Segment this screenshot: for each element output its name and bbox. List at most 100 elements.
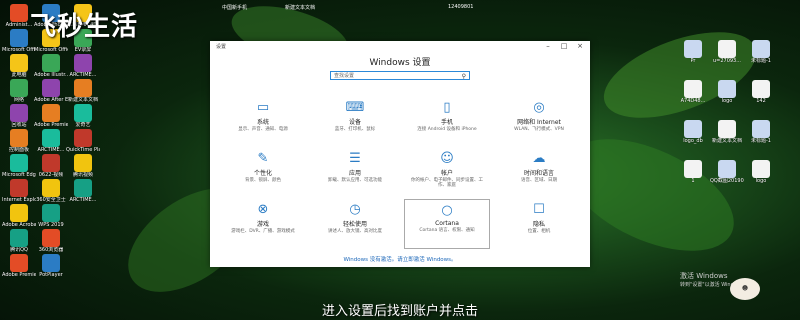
desktop-icon[interactable]: 网络 <box>2 79 36 103</box>
desktop-icon-label: 0622-视频 <box>38 172 64 178</box>
desktop-icon-label: u=27093... <box>712 58 742 64</box>
desktop-icon[interactable]: logo <box>744 160 778 184</box>
settings-tile[interactable]: ⊗ 游戏 游戏栏、DVR、广播、游戏模式 <box>220 199 306 249</box>
file-icon <box>752 160 770 178</box>
desktop-icon[interactable]: Adobe Premiere Pro <box>34 104 68 128</box>
close-button[interactable]: × <box>572 41 588 51</box>
desktop-icon-label: 新建文本文档 <box>67 97 98 103</box>
app-icon <box>42 254 60 272</box>
desktop-top-item[interactable]: 中国新手机 <box>222 4 247 11</box>
background-leaf <box>592 14 768 136</box>
desktop-icon[interactable]: 未标题-1 <box>744 40 778 64</box>
desktop-icon[interactable]: PotPlayer <box>34 254 68 278</box>
tile-name: 时间和语言 <box>523 170 554 177</box>
desktop-icon-label: 控制面板 <box>8 147 29 153</box>
desktop-icon-label: Adobe Premie... <box>2 272 36 278</box>
search-icon: ⚲ <box>461 73 466 80</box>
desktop-icon[interactable]: 1 <box>676 160 710 184</box>
desktop-icon[interactable]: 未标题-1 <box>744 120 778 144</box>
brush-icon: ✎ <box>257 151 269 166</box>
desktop-icon[interactable]: 控制面板 <box>2 129 36 153</box>
minimize-button[interactable]: – <box>540 41 556 51</box>
desktop-icon[interactable]: QQ截图20190625... <box>710 160 744 184</box>
settings-tile[interactable]: ▭ 系统 显示、声音、通知、电源 <box>220 97 306 147</box>
app-icon <box>10 129 28 147</box>
desktop-icon[interactable]: 此电脑 <box>2 54 36 78</box>
tile-description: 显示、声音、通知、电源 <box>238 127 288 132</box>
settings-tile[interactable]: ☁ 时间和语言 语音、区域、日期 <box>496 148 582 198</box>
tile-description: 游戏栏、DVR、广播、游戏模式 <box>231 229 295 234</box>
desktop-icon[interactable]: Adobe Illustr... <box>34 54 68 78</box>
desktop-top-item[interactable]: 12409801 <box>448 4 473 10</box>
desktop-icon-label: 腾讯QQ <box>10 247 28 253</box>
desktop-icon[interactable]: 回收站 <box>2 104 36 128</box>
desktop-icon-label: Microsoft Office Wo... <box>34 47 68 53</box>
desktop-icon[interactable]: logo <box>710 80 744 104</box>
desktop-icon-label: logo <box>721 98 733 104</box>
desktop-icon[interactable]: Pr <box>676 40 710 64</box>
maximize-button[interactable]: □ <box>556 41 572 51</box>
desktop-top-item[interactable]: 新建文本文档 <box>285 4 315 11</box>
settings-tile[interactable]: ⌨ 设备 蓝牙、打印机、鼠标 <box>312 97 398 147</box>
file-icon <box>718 40 736 58</box>
file-icon <box>718 120 736 138</box>
desktop-icon[interactable]: 新建文本文档 <box>66 79 100 103</box>
desktop-icon[interactable]: logo_db <box>676 120 710 144</box>
desktop-icon[interactable]: ARCTIME... <box>66 54 100 78</box>
settings-tile[interactable]: ☺ 帐户 你的帐户、电子邮件、同步设置、工作、家庭 <box>404 148 490 198</box>
desktop-icon[interactable]: ARCTIME... <box>34 129 68 153</box>
desktop-icon[interactable]: QuickTime Player <box>66 129 100 153</box>
apps-icon: ☰ <box>349 151 361 166</box>
settings-tile[interactable]: ☰ 应用 卸载、默认应用、可选功能 <box>312 148 398 198</box>
settings-tile[interactable]: ○ Cortana Cortana 语言、权限、通知 <box>404 199 490 249</box>
desktop-icon[interactable]: WPS 2019 <box>34 204 68 228</box>
settings-tile[interactable]: ✎ 个性化 背景、锁屏、颜色 <box>220 148 306 198</box>
desktop-icon[interactable]: Internet Explorer <box>2 179 36 203</box>
desktop-icon[interactable]: 腾讯QQ <box>2 229 36 253</box>
window-title: 设置 <box>216 44 227 50</box>
settings-tile[interactable]: ◷ 轻松使用 讲述人、放大镜、高对比度 <box>312 199 398 249</box>
tile-description: Cortana 语言、权限、通知 <box>419 228 475 233</box>
desktop-icon[interactable]: 360浏览器 <box>34 229 68 253</box>
app-icon <box>10 229 28 247</box>
app-icon <box>10 179 28 197</box>
desktop-icon[interactable]: Adobe Acroba... <box>2 204 36 228</box>
app-icon <box>74 79 92 97</box>
settings-tile[interactable]: ◎ 网络和 Internet WLAN、飞行模式、VPN <box>496 97 582 147</box>
desktop-icon[interactable]: u=27093... <box>710 40 744 64</box>
tile-description: 蓝牙、打印机、鼠标 <box>334 127 376 132</box>
desktop-icon-label: 未标题-1 <box>751 138 771 144</box>
tile-name: 应用 <box>348 170 361 177</box>
mascot-decoration: ☻ <box>730 278 760 300</box>
desktop-icon[interactable]: A74D48... <box>676 80 710 104</box>
desktop-icon[interactable]: Adobe Premie... <box>2 254 36 278</box>
keyboard-icon: ⌨ <box>345 100 365 115</box>
title-bar[interactable]: 设置 – □ × <box>210 41 590 52</box>
desktop-icon-label: logo <box>755 178 767 184</box>
app-icon <box>10 29 28 47</box>
tile-name: 轻松使用 <box>342 221 367 228</box>
desktop-icon[interactable]: 0622-视频 <box>34 154 68 178</box>
settings-tile[interactable]: ☐ 隐私 位置、相机 <box>496 199 582 249</box>
desktop-icon-label: logo_db <box>683 138 703 144</box>
app-icon <box>10 104 28 122</box>
desktop-icon[interactable]: 360安全卫士 <box>34 179 68 203</box>
desktop-icon[interactable]: 新建文本文档 <box>710 120 744 144</box>
desktop-icon[interactable]: 爱奇艺 <box>66 104 100 128</box>
activate-windows-link[interactable]: Windows 没有激活。请立即激活 Windows。 <box>210 255 590 263</box>
desktop-icon-label: Adobe Premiere Pro <box>34 122 68 128</box>
settings-tile[interactable]: ▯ 手机 连接 Android 设备和 iPhone <box>404 97 490 147</box>
tile-description: 你的帐户、电子邮件、同步设置、工作、家庭 <box>411 178 483 188</box>
tile-name: 网络和 Internet <box>517 119 561 126</box>
desktop-icon[interactable]: Microsoft Edge <box>2 154 36 178</box>
desktop-icon[interactable]: 腾讯视频 <box>66 154 100 178</box>
search-input[interactable]: 查找设置 ⚲ <box>330 71 470 80</box>
desktop-icon-label: 142 <box>756 98 766 104</box>
app-icon <box>74 54 92 72</box>
desktop-icon[interactable]: Adobe After Effects CC <box>34 79 68 103</box>
tile-name: Cortana <box>435 220 459 227</box>
desktop-icon-label: ARCTIME... <box>69 197 97 203</box>
tile-description: WLAN、飞行模式、VPN <box>514 127 564 132</box>
desktop-icon[interactable]: 142 <box>744 80 778 104</box>
desktop-icon[interactable]: ARCTIME... <box>66 179 100 203</box>
